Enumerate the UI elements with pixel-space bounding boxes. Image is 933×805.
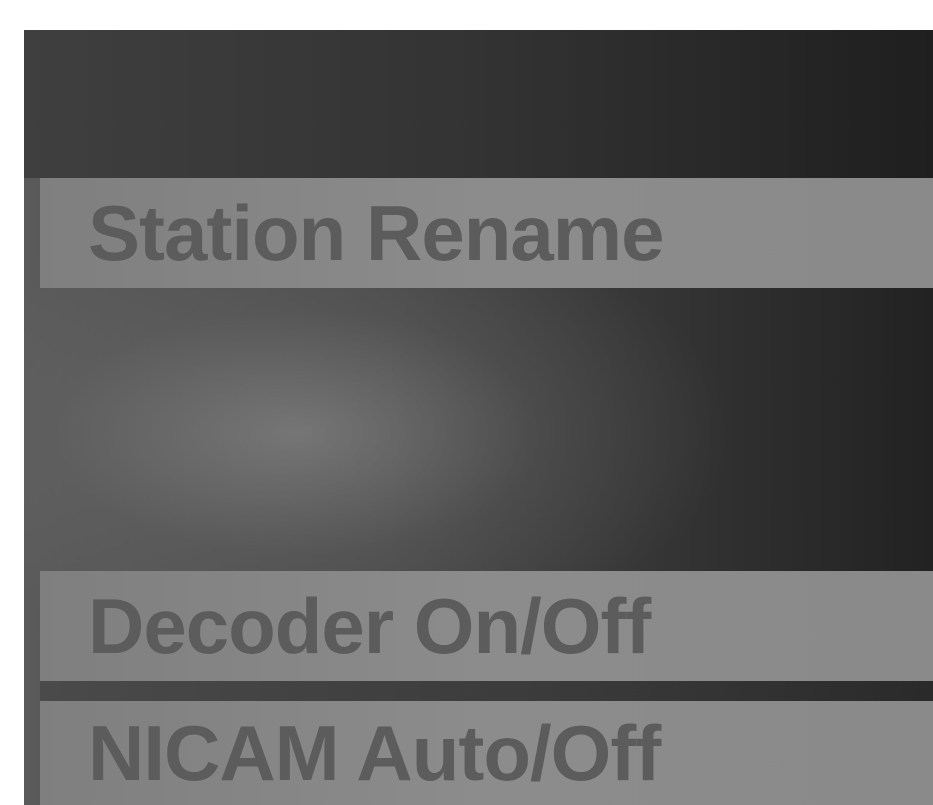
menu-item-nicam-auto-off[interactable]: NICAM Auto/Off xyxy=(40,701,933,805)
menu-item-label: Station Rename xyxy=(88,189,664,277)
menu-blank-area xyxy=(40,288,933,571)
menu-divider xyxy=(40,681,933,701)
menu-item-station-rename[interactable]: Station Rename xyxy=(40,178,933,288)
menu-item-label: Decoder On/Off xyxy=(88,582,651,670)
menu-item-decoder-on-off[interactable]: Decoder On/Off xyxy=(40,571,933,681)
osd-menu-screen: Station Rename Decoder On/Off NICAM Auto… xyxy=(24,30,933,805)
menu-item-label: NICAM Auto/Off xyxy=(88,709,661,797)
menu-header-band xyxy=(24,30,933,178)
